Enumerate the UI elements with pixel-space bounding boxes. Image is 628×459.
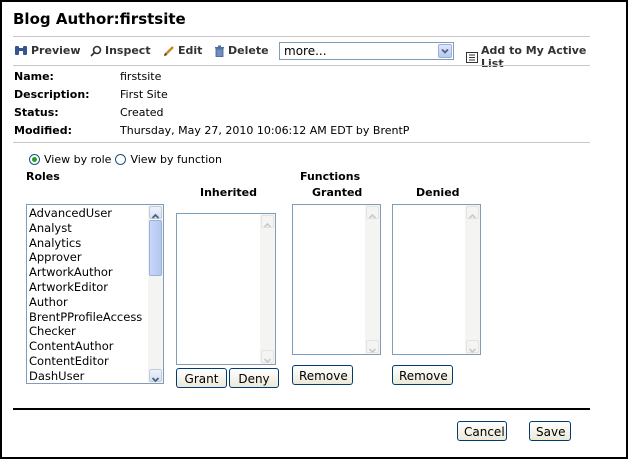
- list-item[interactable]: BrentPProfileAccess: [29, 310, 142, 325]
- denied-listbox[interactable]: [392, 204, 481, 355]
- roles-scrollbar[interactable]: [148, 205, 163, 383]
- chevron-down-icon: [368, 348, 377, 354]
- scroll-down-button: [366, 340, 379, 354]
- dialog-frame: Blog Author:firstsite Preview Inspect Ed…: [0, 0, 628, 459]
- delete-label: Delete: [228, 44, 269, 57]
- scroll-up-button: [261, 215, 274, 228]
- denied-header: Denied: [416, 186, 460, 199]
- binoculars-icon: [14, 45, 28, 56]
- chevron-up-icon: [263, 222, 272, 228]
- scroll-down-button[interactable]: [149, 369, 162, 383]
- toolbar: Preview Inspect Edit Delete more... Add …: [14, 42, 594, 70]
- property-label: Name:: [14, 70, 54, 83]
- more-select-value: more...: [284, 44, 327, 58]
- list-item[interactable]: ArtworkAuthor: [29, 265, 142, 280]
- preview-label: Preview: [31, 44, 81, 57]
- trash-icon: [214, 45, 225, 57]
- scroll-up-button: [366, 206, 379, 219]
- scroll-up-button[interactable]: [149, 206, 162, 219]
- list-item[interactable]: Checker: [29, 324, 142, 339]
- granted-listbox[interactable]: [292, 204, 381, 355]
- list-item[interactable]: AdvancedUser: [29, 206, 142, 221]
- cancel-button[interactable]: Cancel: [457, 421, 507, 441]
- chevron-down-icon: [468, 348, 477, 354]
- scroll-thumb[interactable]: [149, 220, 162, 276]
- add-active-label: Add to My Active List: [481, 44, 587, 70]
- granted-header: Granted: [312, 186, 363, 199]
- magnifier-icon: [90, 45, 102, 57]
- chevron-down-icon: [438, 44, 452, 58]
- scroll-up-button: [466, 206, 479, 219]
- chevron-down-icon: [263, 358, 272, 364]
- view-by-role-label: View by role: [44, 153, 112, 166]
- chevron-down-icon: [151, 377, 160, 383]
- list-item[interactable]: ContentAuthor: [29, 339, 142, 354]
- deny-button[interactable]: Deny: [229, 368, 279, 388]
- delete-button[interactable]: Delete: [214, 44, 269, 57]
- list-item[interactable]: Author: [29, 295, 142, 310]
- inherited-header: Inherited: [200, 186, 258, 199]
- inspect-button[interactable]: Inspect: [90, 44, 151, 57]
- remove-granted-button[interactable]: Remove: [292, 365, 353, 385]
- list-item[interactable]: Analyst: [29, 221, 142, 236]
- scroll-down-button: [261, 350, 274, 364]
- roles-listbox[interactable]: AdvancedUser Analyst Analytics Approver …: [26, 204, 164, 384]
- property-value: firstsite: [120, 70, 162, 83]
- functions-header: Functions: [300, 170, 361, 183]
- edit-label: Edit: [178, 44, 203, 57]
- more-actions-select[interactable]: more...: [279, 42, 454, 60]
- roles-header: Roles: [26, 170, 60, 183]
- property-value: Thursday, May 27, 2010 10:06:12 AM EDT b…: [120, 124, 410, 137]
- property-label: Modified:: [14, 124, 73, 137]
- grant-button[interactable]: Grant: [176, 368, 227, 388]
- chevron-up-icon: [368, 213, 377, 219]
- edit-button[interactable]: Edit: [163, 44, 202, 57]
- list-item[interactable]: Approver: [29, 250, 142, 265]
- list-icon: [466, 51, 478, 63]
- add-to-active-list-button[interactable]: Add to My Active List: [466, 44, 594, 70]
- property-value: Created: [120, 106, 164, 119]
- property-row-description: Description: First Site: [14, 88, 574, 105]
- view-by-function-label: View by function: [130, 153, 222, 166]
- properties-divider: [13, 142, 590, 143]
- list-item[interactable]: DashUser: [29, 369, 142, 383]
- granted-scrollbar: [365, 205, 380, 354]
- denied-scrollbar: [465, 205, 480, 354]
- property-value: First Site: [120, 88, 168, 101]
- inherited-listbox[interactable]: [176, 213, 276, 365]
- scroll-down-button: [466, 340, 479, 354]
- remove-denied-button[interactable]: Remove: [392, 365, 453, 385]
- chevron-up-icon: [468, 213, 477, 219]
- inherited-scrollbar: [260, 214, 275, 364]
- footer-divider: [13, 408, 590, 410]
- property-label: Description:: [14, 88, 90, 101]
- property-row-modified: Modified: Thursday, May 27, 2010 10:06:1…: [14, 124, 574, 141]
- view-mode-group: View by role View by function: [29, 153, 222, 166]
- title-divider: [13, 36, 590, 37]
- property-label: Status:: [14, 106, 59, 119]
- property-row-name: Name: firstsite: [14, 70, 574, 87]
- view-by-role-radio[interactable]: [29, 154, 40, 165]
- toolbar-divider: [13, 65, 590, 66]
- save-button[interactable]: Save: [529, 421, 571, 441]
- list-item[interactable]: ContentEditor: [29, 354, 142, 369]
- property-row-status: Status: Created: [14, 106, 574, 123]
- inspect-label: Inspect: [105, 44, 151, 57]
- pencil-icon: [163, 45, 175, 57]
- page-title: Blog Author:firstsite: [13, 10, 186, 28]
- roles-list: AdvancedUser Analyst Analytics Approver …: [29, 206, 142, 383]
- list-item[interactable]: ArtworkEditor: [29, 280, 142, 295]
- view-by-function-radio[interactable]: [115, 154, 127, 165]
- preview-button[interactable]: Preview: [14, 44, 81, 57]
- list-item[interactable]: Analytics: [29, 236, 142, 251]
